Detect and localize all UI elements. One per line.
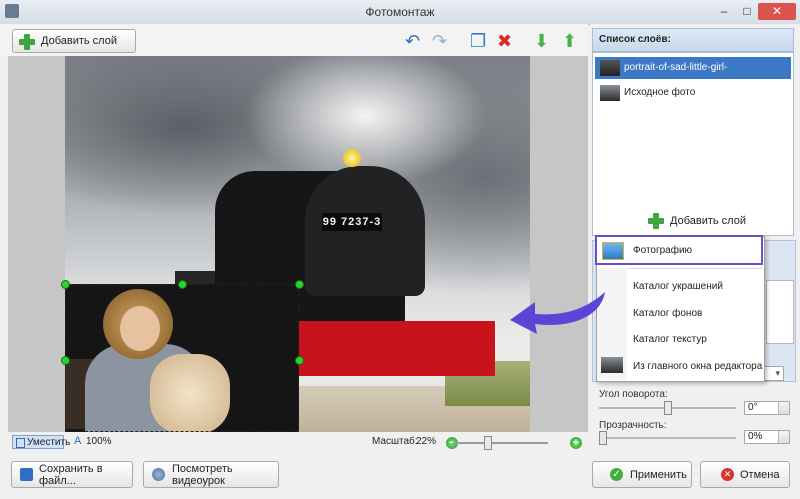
cancel-button[interactable]: ✕ Отмена <box>700 461 790 488</box>
add-layer-toolbar-label: Добавить слой <box>41 35 117 47</box>
title-bar: Фотомонтаж – □ ✕ <box>0 0 800 25</box>
window-title: Фотомонтаж <box>365 5 435 19</box>
actual-size-icon[interactable]: A <box>74 435 81 447</box>
save-to-file-button[interactable]: Сохранить в файл... <box>11 461 133 488</box>
layer-thumbnail <box>600 60 620 76</box>
maximize-button[interactable]: □ <box>736 3 758 20</box>
layer-thumbnail <box>600 85 620 101</box>
curved-arrow-icon <box>510 292 605 334</box>
resize-handle-top-left[interactable] <box>61 280 70 289</box>
opacity-label: Прозрачность: <box>599 420 667 431</box>
canvas-area[interactable]: 99 7237-3 <box>8 56 588 432</box>
locomotive-front <box>305 166 425 296</box>
rotation-slider-thumb[interactable] <box>664 401 672 415</box>
minimize-button[interactable]: – <box>713 3 735 20</box>
opacity-slider-track[interactable] <box>599 437 736 439</box>
move-up-icon[interactable]: ⬆ <box>562 32 577 50</box>
chevron-down-icon: ▾ <box>775 368 780 378</box>
menu-item-decorations[interactable]: Каталог украшений <box>633 281 723 292</box>
save-icon <box>20 468 33 481</box>
add-layer-panel-label: Добавить слой <box>670 215 746 227</box>
check-icon: ✓ <box>610 468 623 481</box>
fit-button[interactable]: Уместить <box>12 435 70 449</box>
locomotive-lamp <box>343 149 361 167</box>
resize-handle-top-right[interactable] <box>295 280 304 289</box>
save-to-file-label: Сохранить в файл... <box>39 462 103 487</box>
menu-item-backgrounds[interactable]: Каталог фонов <box>633 308 702 319</box>
rotation-label: Угол поворота: <box>599 389 668 400</box>
blend-mode-dropdown[interactable]: ▾ <box>764 366 784 381</box>
resize-handle-left[interactable] <box>61 356 70 365</box>
plus-icon <box>19 34 35 50</box>
resize-handle-right[interactable] <box>295 356 304 365</box>
zoom-label: Масштаб: <box>372 436 418 447</box>
cancel-label: Отмена <box>740 468 780 481</box>
menu-item-textures[interactable]: Каталог текстур <box>633 334 707 345</box>
layers-header: Список слоёв: <box>592 28 794 52</box>
zoom-in-button[interactable]: + <box>570 437 582 449</box>
apply-button[interactable]: ✓ Применить <box>592 461 692 488</box>
opacity-slider-thumb[interactable] <box>599 431 607 445</box>
move-down-icon[interactable]: ⬇ <box>534 32 549 50</box>
menu-divider <box>629 268 763 269</box>
menu-item-photo[interactable]: Фотографию <box>595 235 763 265</box>
layer-name: Исходное фото <box>624 87 696 98</box>
layers-list: portrait-of-sad-little-girl-PMRQ8YP.jpg … <box>592 52 794 236</box>
actual-size-label: 100% <box>86 436 112 447</box>
close-window-button[interactable]: ✕ <box>758 3 796 20</box>
menu-item-from-main-window[interactable]: Из главного окна редактора <box>633 361 762 372</box>
resize-handle-top[interactable] <box>178 280 187 289</box>
layer-item[interactable]: Исходное фото <box>595 82 791 104</box>
apply-label: Применить <box>630 468 687 481</box>
locomotive-red-frame <box>295 321 495 376</box>
main-window-thumbnail <box>601 357 623 373</box>
watch-video-button[interactable]: Посмотреть видеоурок <box>143 461 279 488</box>
watch-video-label: Посмотреть видеоурок <box>172 462 233 487</box>
add-layer-toolbar-button[interactable]: Добавить слой <box>12 29 136 53</box>
zoom-slider-thumb[interactable] <box>484 436 492 450</box>
cancel-icon: ✕ <box>721 468 734 481</box>
opacity-field[interactable]: 0% <box>744 430 790 444</box>
zoom-value: 22% <box>416 436 437 447</box>
video-icon <box>152 468 165 481</box>
layer-item[interactable]: portrait-of-sad-little-girl-PMRQ8YP.jpg <box>595 57 791 95</box>
locomotive-number-plate: 99 7237-3 <box>322 213 382 231</box>
photo-icon <box>602 242 624 260</box>
rotation-field[interactable]: 0° <box>744 401 790 415</box>
properties-preview-box <box>766 280 794 344</box>
redo-icon[interactable]: ↷ <box>432 32 447 50</box>
add-layer-panel-button[interactable]: Добавить слой <box>648 213 758 229</box>
copy-icon[interactable]: ❐ <box>470 32 486 50</box>
undo-icon[interactable]: ↶ <box>405 32 420 50</box>
selection-frame[interactable] <box>65 284 299 432</box>
zoom-slider-track[interactable] <box>453 442 548 444</box>
delete-icon[interactable]: ✖ <box>497 32 512 50</box>
menu-item-photo-label: Фотографию <box>633 245 693 256</box>
plus-icon <box>648 213 664 229</box>
